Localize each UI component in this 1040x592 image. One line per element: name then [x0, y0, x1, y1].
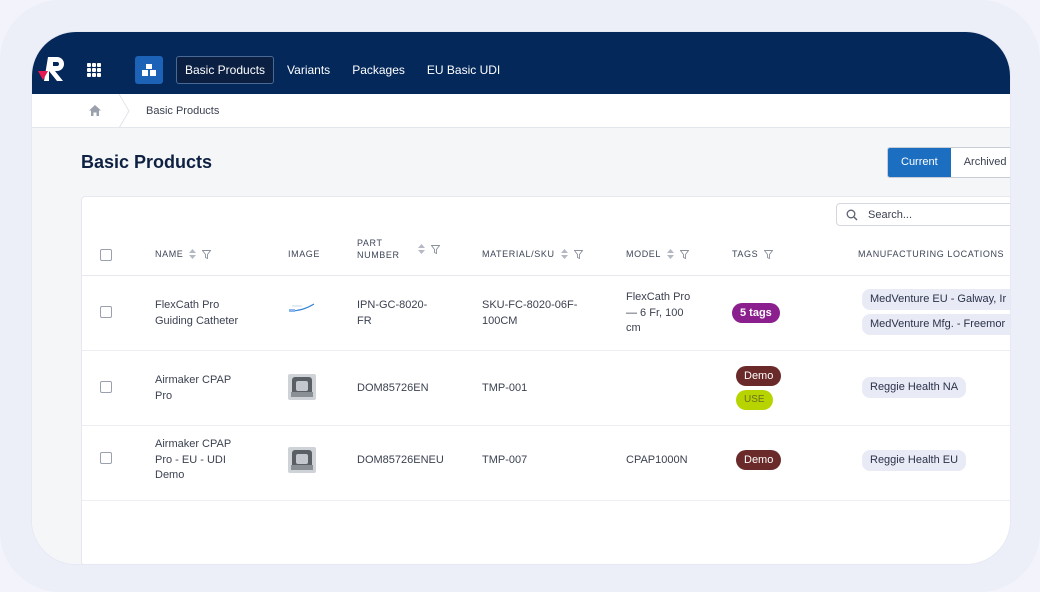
row-checkbox[interactable]	[100, 381, 112, 393]
toggle-current[interactable]: Current	[888, 148, 951, 177]
header-name[interactable]: NAME	[155, 249, 212, 259]
row-sku: SKU-FC-8020-06F- 100CM	[482, 298, 577, 329]
r-logo-icon[interactable]	[38, 54, 68, 84]
tags-count-badge[interactable]: 5 tags	[732, 303, 780, 323]
filter-icon[interactable]	[430, 244, 440, 254]
nav-eu-basic-udi[interactable]: EU Basic UDI	[418, 56, 509, 84]
header-model-label: MODEL	[626, 249, 662, 259]
row-checkbox[interactable]	[100, 306, 112, 318]
header-material-sku-label: MATERIAL/SKU	[482, 249, 555, 259]
header-part-number-line2: NUMBER	[357, 250, 400, 260]
tag-demo[interactable]: Demo	[736, 450, 782, 470]
header-tags-label: TAGS	[732, 249, 759, 259]
sort-icon[interactable]	[667, 249, 675, 259]
sort-icon[interactable]	[560, 249, 568, 259]
row-name[interactable]: FlexCath Pro Guiding Catheter	[155, 298, 238, 329]
row-part-number: IPN-GC-8020- FR	[357, 298, 427, 329]
nav-variants[interactable]: Variants	[278, 56, 339, 84]
row-part-number-line: IPN-GC-8020-	[357, 299, 428, 311]
sort-icon[interactable]	[189, 249, 197, 259]
header-image-label: IMAGE	[288, 249, 321, 259]
filter-icon[interactable]	[680, 249, 690, 259]
filter-icon[interactable]	[202, 249, 212, 259]
row-sku: TMP-007	[482, 454, 528, 466]
location-chip[interactable]: MedVenture Mfg. - Freemor	[862, 314, 1010, 335]
sort-icon[interactable]	[417, 244, 425, 254]
row-model-line: FlexCath Pro	[626, 291, 691, 303]
row-model-line: — 6 Fr, 100	[626, 306, 684, 319]
row-name-line: Airmaker CPAP	[155, 438, 232, 450]
products-table-card: Search... NAME IMAGE PART NUMBER MATERIA…	[81, 196, 1010, 564]
tag-use[interactable]: USE	[736, 390, 773, 410]
apps-grid-icon[interactable]	[87, 63, 101, 77]
products-module-icon[interactable]	[135, 56, 163, 84]
header-model[interactable]: MODEL	[626, 249, 690, 259]
row-model: FlexCath Pro — 6 Fr, 100 cm	[626, 290, 690, 337]
search-placeholder: Search...	[868, 209, 913, 221]
select-all-checkbox[interactable]	[100, 249, 112, 261]
app-window: Basic Products Variants Packages EU Basi…	[32, 32, 1010, 564]
row-model-line: cm	[626, 322, 641, 334]
nav-packages[interactable]: Packages	[343, 56, 414, 84]
top-navigation-bar: Basic Products Variants Packages EU Basi…	[32, 32, 1010, 94]
page-title: Basic Products	[81, 152, 213, 172]
row-sku-line: 100CM	[482, 314, 518, 327]
row-name-line: Pro	[155, 389, 173, 402]
location-chip[interactable]: MedVenture EU - Galway, Ir	[862, 289, 1010, 310]
table-row[interactable]: Airmaker CPAP Pro DOM85726EN TMP-001 Dem…	[82, 351, 1010, 426]
row-name-line: Pro - EU - UDI	[155, 453, 226, 466]
header-part-number-label: PART NUMBER	[357, 237, 400, 261]
row-name-line: Demo	[155, 469, 185, 481]
home-icon[interactable]	[88, 104, 102, 117]
header-material-sku[interactable]: MATERIAL/SKU	[482, 249, 583, 259]
row-sku: TMP-001	[482, 382, 528, 394]
search-input[interactable]: Search...	[836, 203, 1010, 226]
toggle-archived[interactable]: Archived	[950, 148, 1010, 177]
cpap-thumbnail-image[interactable]	[288, 374, 316, 400]
header-part-number[interactable]: PART NUMBER	[357, 237, 440, 261]
row-name-line: Airmaker CPAP	[155, 374, 232, 386]
row-model: CPAP1000N	[626, 454, 688, 466]
table-row[interactable]: FlexCath Pro Guiding Catheter IPN-GC-802…	[82, 276, 1010, 351]
status-toggle: Current Archived	[887, 147, 1010, 178]
breadcrumb-current[interactable]: Basic Products	[146, 105, 219, 117]
filter-icon[interactable]	[764, 249, 774, 259]
location-chip[interactable]: Reggie Health NA	[862, 377, 967, 398]
tag-demo[interactable]: Demo	[736, 366, 782, 386]
row-part-number: DOM85726ENEU	[357, 454, 444, 466]
main-nav: Basic Products Variants Packages EU Basi…	[176, 56, 509, 84]
row-checkbox[interactable]	[100, 452, 112, 464]
location-chip[interactable]: Reggie Health EU	[862, 450, 967, 471]
search-icon	[846, 209, 858, 221]
breadcrumb-separator-icon	[118, 94, 130, 128]
row-name-line: FlexCath Pro	[155, 299, 220, 311]
row-part-number-line: FR	[357, 314, 372, 327]
header-manufacturing-locations: MANUFACTURING LOCATIONS	[858, 249, 1004, 259]
catheter-thumbnail-image[interactable]	[288, 300, 316, 316]
table-row[interactable]: Airmaker CPAP Pro - EU - UDI Demo DOM857…	[82, 426, 1010, 501]
row-name[interactable]: Airmaker CPAP Pro - EU - UDI Demo	[155, 437, 231, 484]
header-name-label: NAME	[155, 249, 184, 259]
row-name-line: Guiding Catheter	[155, 314, 239, 327]
breadcrumb: Basic Products	[32, 94, 1010, 128]
row-sku-line: SKU-FC-8020-06F-	[482, 299, 578, 311]
header-manufacturing-locations-label: MANUFACTURING LOCATIONS	[858, 249, 1005, 259]
row-name[interactable]: Airmaker CPAP Pro	[155, 373, 231, 404]
main-content: Basic Products Current Archived Search..…	[32, 128, 1010, 564]
cpap-thumbnail-image[interactable]	[288, 447, 316, 473]
header-part-number-line1: PART	[357, 238, 383, 248]
table-header: NAME IMAGE PART NUMBER MATERIAL/SKU MODE…	[82, 234, 1010, 276]
row-part-number: DOM85726EN	[357, 382, 429, 394]
header-tags[interactable]: TAGS	[732, 249, 774, 259]
filter-icon[interactable]	[573, 249, 583, 259]
header-image: IMAGE	[288, 249, 320, 259]
nav-basic-products[interactable]: Basic Products	[176, 56, 275, 84]
